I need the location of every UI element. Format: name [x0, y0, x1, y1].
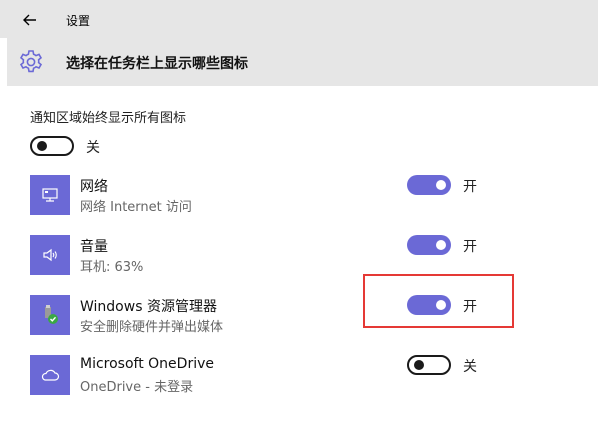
usb-eject-icon	[45, 305, 58, 324]
volume-subtitle: 耳机: 63%	[80, 260, 144, 275]
toggle-knob	[436, 180, 446, 190]
always-show-label: 通知区域始终显示所有图标	[30, 111, 187, 126]
volume-name: 音量	[80, 239, 108, 255]
app-title: 设置	[66, 14, 91, 28]
toggle-knob	[37, 141, 47, 151]
onedrive-name: Microsoft OneDrive	[80, 356, 214, 372]
back-button[interactable]	[18, 10, 42, 30]
explorer-tile	[30, 295, 70, 335]
speaker-icon	[43, 248, 57, 262]
page-header: 选择在任务栏上显示哪些图标	[7, 38, 598, 86]
always-show-toggle[interactable]	[30, 136, 74, 156]
network-state: 开	[463, 179, 477, 195]
toggle-knob	[414, 360, 424, 370]
onedrive-toggle[interactable]	[407, 355, 451, 375]
onedrive-tile	[30, 355, 70, 395]
volume-toggle[interactable]	[407, 235, 451, 255]
explorer-name: Windows 资源管理器	[80, 299, 217, 315]
network-subtitle: 网络 Internet 访问	[80, 200, 192, 215]
page-title: 选择在任务栏上显示哪些图标	[66, 56, 248, 72]
gear-icon	[19, 50, 43, 73]
onedrive-subtitle: OneDrive - 未登录	[80, 380, 194, 395]
highlight-box	[363, 274, 514, 328]
network-toggle[interactable]	[407, 175, 451, 195]
volume-state: 开	[463, 239, 477, 255]
toggle-knob	[436, 240, 446, 250]
cloud-icon	[41, 369, 60, 381]
network-tile	[30, 175, 70, 215]
onedrive-state: 关	[463, 359, 477, 375]
title-bar: 设置	[0, 0, 598, 38]
always-show-state: 关	[86, 140, 100, 156]
volume-tile	[30, 235, 70, 275]
explorer-subtitle: 安全删除硬件并弹出媒体	[80, 320, 224, 335]
network-name: 网络	[80, 179, 108, 195]
back-arrow-icon	[23, 14, 36, 26]
network-monitor-icon	[42, 188, 58, 202]
